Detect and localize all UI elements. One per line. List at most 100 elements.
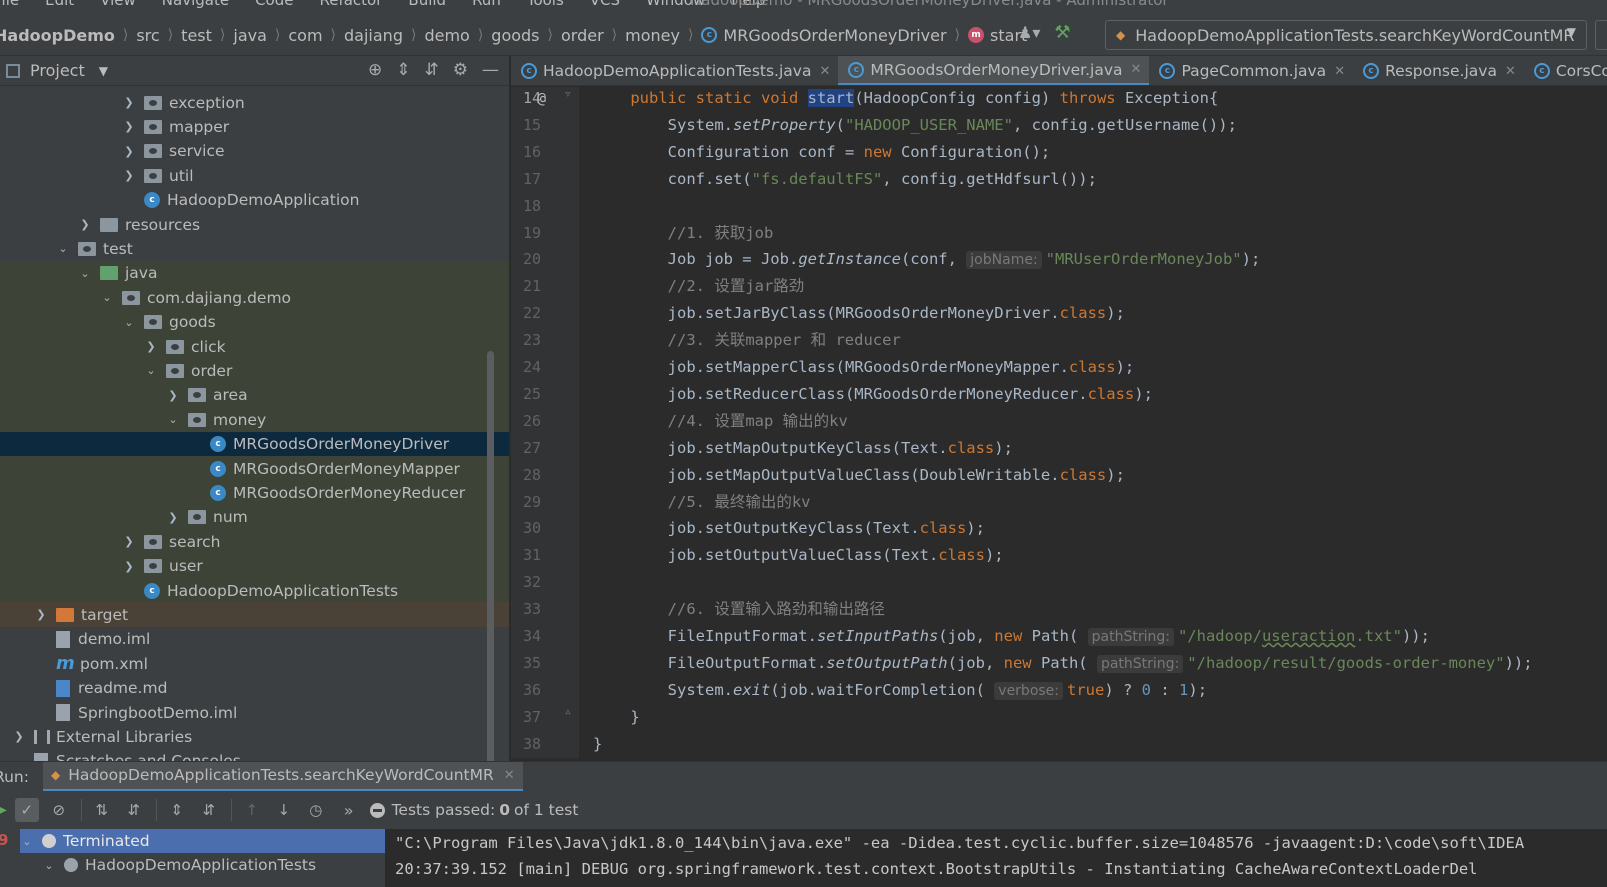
chevron-down-icon[interactable]: ⌄ [122,316,136,329]
code-editor[interactable]: 14 15 16 17 18 19 20 21 22 23 24 25 26 27 28 29 30 31 32 33… [511,87,1607,758]
breadcrumb-item[interactable]: order [561,26,604,45]
project-tree-item[interactable]: readme.md [0,676,509,701]
editor-tab[interactable]: c CorsConfig [1524,56,1607,85]
chevron-right-icon[interactable]: ❯ [122,169,136,182]
project-tree-item[interactable]: ❯ user [0,553,509,579]
chevron-right-icon[interactable]: ❯ [12,730,26,743]
project-tree-item[interactable]: ❯ External Libraries [0,724,509,749]
close-icon[interactable]: ✕ [1334,64,1345,79]
chevron-down-icon[interactable]: ⌄ [56,242,70,255]
close-icon[interactable]: ✕ [504,768,515,783]
locate-icon[interactable]: ⊕ [368,60,382,80]
project-tree-item[interactable]: c MRGoodsOrderMoneyMapper [0,456,509,481]
menu-item-navigate[interactable]: Navigate [162,0,229,9]
project-tree-item[interactable]: ❯ area [0,382,509,408]
run-configuration-select[interactable]: ◆ HadoopDemoApplicationTests.searchKeyWo… [1105,20,1587,50]
project-tree-item[interactable]: c MRGoodsOrderMoneyReducer [0,480,509,506]
project-scrollbar[interactable] [487,351,494,777]
breadcrumb-item[interactable]: c MRGoodsOrderMoneyDriver [701,26,947,45]
chevron-right-icon[interactable]: ❯ [122,96,136,109]
more-icon[interactable]: » [344,801,354,820]
test-tree-row[interactable]: ⌄ Terminated [20,829,385,853]
expand-all-icon[interactable]: ⇕ [396,60,410,80]
project-tree-item[interactable]: ⌄ goods [0,309,509,335]
fold-marker-icon[interactable]: ▿ [564,87,572,102]
breadcrumb-item[interactable]: demo [424,26,469,45]
menu-item-run[interactable]: Run [472,0,501,9]
code-line[interactable]: //3. 关联mapper 和 reducer [593,327,901,353]
menu-item-code[interactable]: Code [255,0,293,9]
chevron-down-icon[interactable]: ⌄ [100,291,114,304]
breadcrumb-item[interactable]: HadoopDemo [0,26,115,45]
next-failed-button[interactable]: ↓ [272,798,296,822]
project-tree-item[interactable]: c HadoopDemoApplicationTests [0,578,509,603]
code-line[interactable]: Configuration conf = new Configuration()… [593,139,1051,165]
chevron-down-icon[interactable]: ▼ [99,64,108,78]
project-tree-item[interactable]: ⌄ com.dajiang.demo [0,285,509,311]
code-line[interactable]: //4. 设置map 输出的kv [593,408,848,434]
code-line[interactable]: job.setJarByClass(MRGoodsOrderMoneyDrive… [593,300,1125,326]
editor-tab[interactable]: c HadoopDemoApplicationTests.java ✕ [511,56,838,85]
chevron-right-icon[interactable]: ❯ [122,560,136,573]
project-tree-item[interactable]: ⌄ java [0,260,509,286]
project-tree-item[interactable]: ❯ search [0,529,509,555]
breadcrumb-item[interactable]: money [625,26,680,45]
project-tree-item[interactable]: c HadoopDemoApplication [0,188,509,213]
project-tree-item[interactable]: c MRGoodsOrderMoneyDriver [0,431,509,457]
build-hammer-icon[interactable]: ⚒ [1054,22,1070,43]
code-line[interactable]: FileInputFormat.setInputPaths(job, new P… [593,623,1430,649]
breadcrumb-item[interactable]: com [288,26,322,45]
chevron-right-icon[interactable]: ❯ [122,145,136,158]
menu-item-refactor[interactable]: Refactor [319,0,382,9]
project-tree-item[interactable]: ⌄ money [0,407,509,433]
project-tree-item[interactable]: ❯ click [0,334,509,359]
project-tree-item[interactable]: ⌄ test [0,236,509,261]
menu-item-edit[interactable]: Edit [45,0,74,9]
code-line[interactable]: conf.set("fs.defaultFS", config.getHdfsu… [593,166,1097,192]
breadcrumb-item[interactable]: test [181,26,212,45]
code-line[interactable]: job.setMapOutputValueClass(DoubleWritabl… [593,462,1125,488]
project-tree-item[interactable]: ❯ resources [0,212,509,237]
test-tree-row[interactable]: ⌄ HadoopDemoApplicationTests [42,853,385,877]
editor-tab[interactable]: c Response.java ✕ [1353,56,1524,85]
menu-item-view[interactable]: View [100,0,136,9]
chevron-right-icon[interactable]: ❯ [78,218,92,231]
code-line[interactable]: job.setReducerClass(MRGoodsOrderMoneyRed… [593,381,1153,407]
chevron-right-icon[interactable]: ❯ [144,340,158,353]
show-passed-button[interactable]: ✓ [14,798,39,822]
menu-item-file[interactable]: File [0,0,19,9]
project-tree-item[interactable]: ❯ mapper [0,114,509,139]
code-line[interactable]: System.setProperty("HADOOP_USER_NAME", c… [593,112,1237,138]
sort-duration-button[interactable]: ⇵ [122,798,146,822]
sort-alpha-button[interactable]: ⇅ [90,798,114,822]
project-tree-item[interactable]: demo.iml [0,627,509,652]
project-tree-item[interactable]: ❯ util [0,163,509,188]
project-tree-item[interactable]: ❯ target [0,602,509,628]
collapse-all-icon[interactable]: ⇵ [425,60,439,80]
project-tree-item[interactable]: ❯ num [0,504,509,530]
editor-tab[interactable]: c PageCommon.java ✕ [1149,56,1353,85]
close-icon[interactable]: ✕ [1131,62,1142,77]
code-line[interactable]: job.setOutputValueClass(Text.class); [593,542,1004,568]
code-line[interactable]: job.setMapOutputKeyClass(Text.class); [593,435,1013,461]
project-panel-title[interactable]: Project [30,61,85,80]
editor-tab[interactable]: c MRGoodsOrderMoneyDriver.java ✕ [838,56,1150,85]
menu-item-vcs[interactable]: VCS [590,0,620,9]
chevron-down-icon[interactable]: ⌄ [144,364,158,377]
code-line[interactable]: System.exit(job.waitForCompletion( verbo… [593,677,1207,703]
project-tree-item[interactable]: ❯ service [0,139,509,164]
collapse-all-button[interactable]: ⇵ [197,798,221,822]
project-tree-item[interactable]: ⌄ order [0,358,509,384]
console-output[interactable]: "C:\Program Files\Java\jdk1.8.0_144\bin\… [385,829,1607,887]
override-at-icon[interactable]: @ [537,89,546,107]
code-line[interactable]: job.setOutputKeyClass(Text.class); [593,515,985,541]
code-line[interactable]: job.setMapperClass(MRGoodsOrderMoneyMapp… [593,354,1135,380]
code-line[interactable]: } [593,731,602,757]
breadcrumb-item[interactable]: goods [491,26,539,45]
code-line[interactable]: //1. 获取job [593,220,774,246]
code-line[interactable]: FileOutputFormat.setOutputPath(job, new … [593,650,1533,676]
gear-icon[interactable]: ⚙ [453,60,468,80]
close-icon[interactable]: ✕ [1505,64,1516,79]
chevron-right-icon[interactable]: ❯ [34,608,48,621]
chevron-right-icon[interactable]: ❯ [122,535,136,548]
